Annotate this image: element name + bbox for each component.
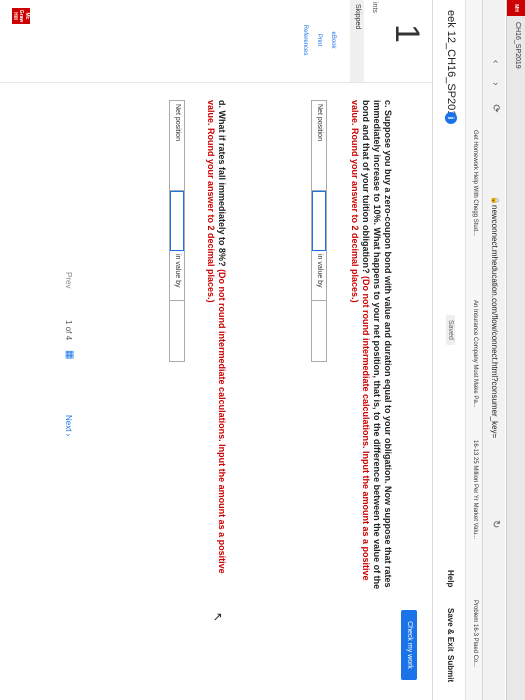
bookmark-item[interactable]: 16-13 25 Million Per Yr Market Valu...: [472, 440, 478, 539]
info-icon[interactable]: i: [445, 112, 457, 124]
page-current: 1: [64, 320, 73, 325]
part-d-text: d. What if rates fall immediately to 8%?: [217, 100, 227, 267]
ebook-link[interactable]: eBook: [330, 0, 336, 80]
assignment-header: eek 12_CH16_SP2019 i Saved Help Save & E…: [432, 0, 465, 700]
submit-button[interactable]: Submit: [446, 655, 455, 682]
browser-tab[interactable]: CH16_SP2019: [514, 22, 521, 69]
next-label: Next: [64, 415, 73, 432]
bookmark-item[interactable]: An Insurance Company Must Make Pa...: [472, 300, 478, 408]
mcgraw-hill-logo: Mc Graw Hill: [12, 8, 30, 24]
part-d-mid-label: in value by: [170, 251, 184, 301]
grid-icon[interactable]: ▦: [64, 350, 75, 359]
part-c-answer-row: Net position in value by: [311, 100, 327, 362]
part-d-amount-input[interactable]: [170, 301, 184, 361]
lock-icon: 🔒: [491, 196, 498, 205]
mcgraw-hill-tab-icon: MH: [507, 0, 525, 16]
part-c-direction-select[interactable]: [312, 191, 326, 251]
nav-buttons-icon[interactable]: ‹ › ⟳: [490, 60, 501, 121]
print-link[interactable]: Print: [316, 0, 322, 80]
references-link[interactable]: References: [302, 0, 308, 80]
saved-status: Saved: [446, 315, 455, 345]
next-button[interactable]: Next ›: [64, 415, 73, 436]
page-of: of: [64, 326, 73, 334]
part-c-amount-input[interactable]: [312, 301, 326, 361]
assignment-title: eek 12_CH16_SP2019: [445, 10, 457, 123]
part-c-prompt: c. Suppose you buy a zero-coupon bond wi…: [349, 100, 393, 600]
page-indicator: 1 of 4: [64, 320, 73, 340]
bookmark-item[interactable]: Get Homework Help With Chegg Stud...: [472, 130, 478, 236]
part-d-direction-select[interactable]: [170, 191, 184, 251]
reload-icon[interactable]: ↻: [490, 520, 501, 528]
points-label: ints: [371, 2, 378, 13]
part-d-label-cell: Net position: [170, 101, 184, 191]
question-number: 1: [388, 24, 426, 43]
bookmark-item[interactable]: Problem 16-3 Plaed Co...: [472, 600, 478, 667]
question-navigation: Prev 1 of 4 ▦ Next ›: [45, 0, 85, 700]
browser-tab-bar: MH CH16_SP2019: [506, 0, 525, 700]
check-my-work-button[interactable]: Check my work: [401, 610, 417, 680]
page-total: 4: [64, 335, 73, 341]
browser-address-bar: ‹ › ⟳ 🔒 newconnect.mheducation.com/flow/…: [482, 0, 505, 700]
url-text[interactable]: newconnect.mheducation.com/flow/connect.…: [490, 205, 499, 438]
part-c-label-cell: Net position: [312, 101, 326, 191]
question-status: Skipped: [350, 0, 364, 82]
part-d-answer-row: Net position in value by: [169, 100, 185, 362]
part-d-prompt: d. What if rates fall immediately to 8%?…: [205, 100, 227, 600]
part-c-mid-label: in value by: [312, 251, 326, 301]
mouse-cursor-icon: ↖: [211, 612, 225, 623]
bookmarks-bar: Get Homework Help With Chegg Stud... An …: [465, 0, 482, 700]
save-exit-button[interactable]: Save & Exit: [446, 608, 455, 652]
page-canvas: MH CH16_SP2019 ‹ › ⟳ 🔒 newconnect.mheduc…: [0, 0, 525, 700]
prev-button[interactable]: Prev: [64, 272, 73, 288]
help-button[interactable]: Help: [446, 570, 455, 587]
